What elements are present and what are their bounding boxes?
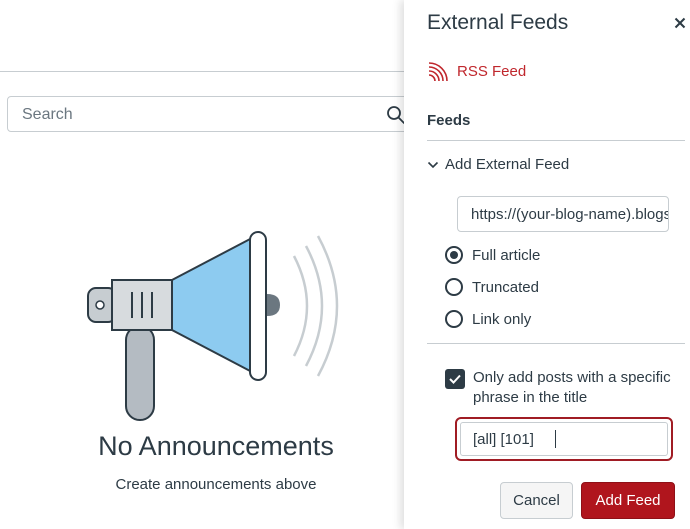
phrase-input[interactable] bbox=[471, 430, 665, 449]
rss-feed-link[interactable]: RSS Feed bbox=[427, 61, 526, 81]
close-icon[interactable] bbox=[674, 17, 686, 29]
header-divider bbox=[0, 71, 404, 72]
megaphone-illustration bbox=[87, 231, 339, 421]
search-input[interactable] bbox=[20, 105, 364, 125]
add-external-feed-toggle[interactable]: Add External Feed bbox=[427, 156, 569, 173]
radio-full-article[interactable]: Full article bbox=[445, 246, 540, 264]
close-button[interactable] bbox=[674, 13, 690, 33]
feeds-heading: Feeds bbox=[427, 112, 471, 129]
empty-state-title: No Announcements bbox=[98, 431, 334, 461]
chevron-down-icon bbox=[427, 161, 439, 168]
rss-feed-label[interactable]: RSS Feed bbox=[457, 63, 526, 80]
announcements-page: No Announcements Create announcements ab… bbox=[0, 0, 404, 529]
cancel-button[interactable]: Cancel bbox=[500, 482, 573, 519]
radio-label: Truncated bbox=[472, 278, 539, 296]
feed-url-input[interactable] bbox=[469, 205, 668, 224]
add-external-feed-label[interactable]: Add External Feed bbox=[445, 156, 569, 173]
search-box[interactable] bbox=[7, 96, 404, 132]
phrase-filter-label: Only add posts with a specific phrase in… bbox=[473, 369, 671, 406]
tray-title: External Feeds bbox=[427, 11, 569, 34]
radio-button[interactable] bbox=[445, 278, 463, 296]
radio-truncated[interactable]: Truncated bbox=[445, 278, 539, 296]
feed-url-field[interactable] bbox=[457, 196, 669, 232]
add-feed-button[interactable]: Add Feed bbox=[581, 482, 675, 519]
rss-icon bbox=[428, 62, 448, 81]
radio-label: Link only bbox=[472, 310, 532, 328]
phrase-filter-checkbox[interactable] bbox=[445, 369, 465, 389]
divider bbox=[427, 140, 685, 141]
phrase-field[interactable] bbox=[455, 417, 673, 461]
checkmark-icon bbox=[449, 374, 461, 384]
search-icon[interactable] bbox=[386, 105, 404, 125]
text-cursor bbox=[555, 430, 556, 448]
divider bbox=[427, 343, 685, 344]
external-feeds-tray: External Feeds RSS Feed Feeds Add Extern… bbox=[404, 0, 690, 529]
radio-button[interactable] bbox=[445, 310, 463, 328]
empty-state-subtitle: Create announcements above bbox=[115, 476, 317, 493]
radio-label: Full article bbox=[472, 246, 541, 264]
radio-link-only[interactable]: Link only bbox=[445, 310, 531, 328]
radio-button[interactable] bbox=[445, 246, 463, 264]
